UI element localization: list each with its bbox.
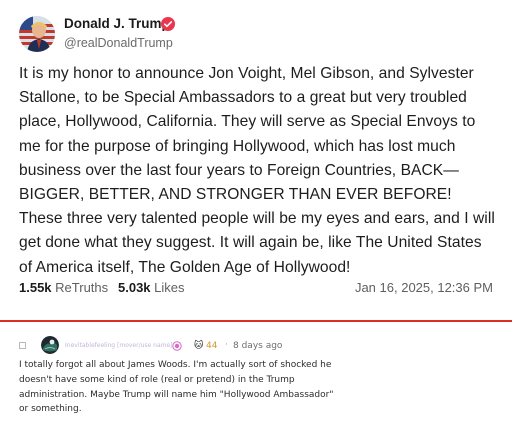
collapse-toggle-icon[interactable]: [19, 342, 26, 349]
author-handle[interactable]: @realDonaldTrump: [64, 36, 173, 50]
reddit-comment: Inevitablefeeling [mover/use name] 🐱 44 …: [0, 322, 512, 428]
meta-separator: ·: [225, 340, 228, 350]
comment-time[interactable]: 8 days ago: [233, 341, 282, 351]
flair-icon: [172, 341, 182, 351]
award-icon: 🐱: [194, 341, 204, 351]
comment-text: I totally forgot all about James Woods. …: [19, 360, 334, 415]
post-stats: 1.55k ReTruths 5.03k Likes Jan 16, 2025,…: [19, 280, 493, 298]
author-avatar[interactable]: [19, 16, 55, 52]
comment-avatar[interactable]: [41, 336, 59, 354]
likes-stat[interactable]: 5.03k Likes: [118, 280, 185, 295]
truth-social-post: Donald J. Trump @realDonaldTrump It is m…: [0, 0, 512, 318]
retruths-count: 1.55k: [19, 280, 52, 295]
retruths-label: ReTruths: [55, 280, 109, 295]
retruths-stat[interactable]: 1.55k ReTruths: [19, 280, 108, 295]
comment-score: 44: [206, 341, 218, 351]
post-timestamp[interactable]: Jan 16, 2025, 12:36 PM: [355, 280, 493, 295]
likes-count: 5.03k: [118, 280, 151, 295]
likes-label: Likes: [154, 280, 185, 295]
comment-username[interactable]: Inevitablefeeling [mover/use name]: [65, 342, 173, 349]
post-text: It is my honor to announce Jon Voight, M…: [19, 65, 495, 276]
author-name[interactable]: Donald J. Trump: [64, 16, 170, 31]
verified-badge-icon: [161, 17, 175, 31]
